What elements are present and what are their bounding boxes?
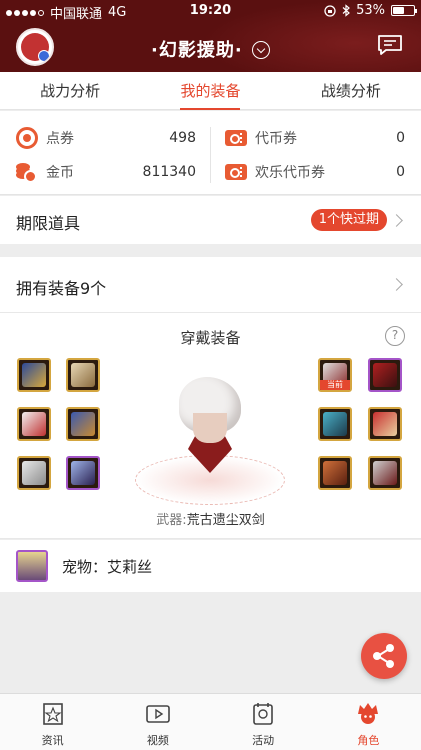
- pet-avatar: [16, 550, 48, 582]
- pet-row[interactable]: 宠物：艾莉丝: [0, 540, 421, 592]
- video-play-icon: [146, 705, 170, 723]
- limited-items-title: 期限道具: [16, 214, 81, 233]
- belt-armor-icon: [71, 412, 95, 436]
- tab-my-equipment[interactable]: 我的装备: [140, 72, 280, 110]
- nav-video-label: 视频: [146, 734, 169, 747]
- currency-panel: 点券 498 金币 811340 代币券 0 欢乐代币券 0: [0, 111, 421, 195]
- chevron-right-icon: [390, 214, 403, 227]
- equip-slot-bracelet[interactable]: [318, 407, 352, 441]
- owned-equipment-title: 拥有装备9个: [16, 279, 107, 298]
- equip-slot-shoes[interactable]: [17, 456, 51, 490]
- worn-equipment-panel: 穿戴装备 ? 当前 武器:荒古遗尘双剑: [0, 313, 421, 539]
- equip-slot-shoulder[interactable]: [17, 358, 51, 392]
- necklace-icon: [373, 412, 397, 436]
- happy-token-ticket-icon: [225, 164, 247, 180]
- limited-items-row[interactable]: 期限道具 1个快过期: [0, 196, 421, 244]
- character-portrait: [135, 373, 285, 505]
- nav-news[interactable]: 资讯: [0, 694, 105, 750]
- shoes-armor-icon: [22, 461, 46, 485]
- app-header: ·幻影援助·: [0, 22, 421, 72]
- token-value: 0: [396, 130, 405, 146]
- equip-slot-bottom[interactable]: [17, 407, 51, 441]
- nav-activity-label: 活动: [252, 734, 275, 747]
- weapon-label: 武器:: [156, 513, 187, 528]
- support-equip-icon: [373, 461, 397, 485]
- equip-slot-belt[interactable]: [66, 407, 100, 441]
- tab-bar: 战力分析 我的装备 战绩分析: [0, 72, 421, 110]
- coupon-icon: [16, 127, 38, 149]
- orientation-lock-icon: [324, 4, 336, 17]
- coupon-label: 点券: [46, 131, 74, 147]
- character-face: [193, 413, 227, 443]
- tab-power-analysis[interactable]: 战力分析: [0, 72, 140, 109]
- weapon-name: 荒古遗尘双剑: [186, 513, 265, 528]
- gold-label: 金币: [46, 165, 74, 181]
- pet-text: 宠物：艾莉丝: [62, 558, 153, 576]
- nav-character-label: 角色: [357, 734, 380, 747]
- bottom-armor-icon: [22, 412, 46, 436]
- equip-slot-ring[interactable]: [318, 456, 352, 490]
- server-name: ·幻影援助·: [151, 40, 243, 61]
- weapon-info: 武器:荒古遗尘双剑: [0, 509, 421, 528]
- token-label: 代币券: [255, 131, 297, 147]
- tab-record-analysis[interactable]: 战绩分析: [281, 72, 421, 109]
- title-icon: [373, 363, 397, 387]
- help-icon[interactable]: ?: [385, 326, 405, 346]
- worn-equipment-heading: 穿戴装备: [180, 329, 241, 347]
- chevron-right-icon: [390, 278, 403, 291]
- equip-slot-top[interactable]: [66, 358, 100, 392]
- happy-token-row: 欢乐代币券 0: [225, 157, 405, 187]
- nav-video[interactable]: 视频: [105, 694, 210, 750]
- equip-slot-title[interactable]: [368, 358, 402, 392]
- ring-icon: [323, 461, 347, 485]
- owned-equipment-row[interactable]: 拥有装备9个: [0, 257, 421, 313]
- message-icon[interactable]: [377, 34, 403, 56]
- equip-slot-weapon[interactable]: 当前: [318, 358, 352, 392]
- current-badge: 当前: [320, 380, 350, 390]
- nav-activity[interactable]: 活动: [211, 694, 316, 750]
- battery-percent: 53%: [356, 3, 385, 18]
- gold-value: 811340: [142, 164, 196, 180]
- nav-news-label: 资讯: [41, 734, 64, 747]
- coupon-value: 498: [169, 130, 196, 146]
- top-armor-icon: [71, 363, 95, 387]
- equip-slot-extra[interactable]: [66, 456, 100, 490]
- token-ticket-icon: [225, 130, 247, 146]
- news-book-icon: [42, 703, 63, 725]
- character-avatar-icon: [358, 703, 379, 724]
- status-bar: 中国联通 4G 19:20 53%: [0, 0, 421, 22]
- gold-row: 金币 811340: [16, 157, 196, 187]
- coupon-row: 点券 498: [16, 123, 196, 153]
- currency-divider: [210, 127, 211, 183]
- activity-gift-icon: [253, 703, 273, 725]
- status-right: 53%: [324, 3, 417, 18]
- gold-coin-icon: [16, 161, 38, 183]
- share-icon: [373, 644, 394, 668]
- happy-token-value: 0: [396, 164, 405, 180]
- happy-token-label: 欢乐代币券: [255, 165, 325, 181]
- bracelet-icon: [323, 412, 347, 436]
- share-button[interactable]: [361, 633, 407, 679]
- chevron-down-icon: [251, 41, 270, 59]
- server-selector[interactable]: ·幻影援助·: [0, 36, 421, 62]
- bottom-nav: 资讯 视频 活动 角色: [0, 693, 421, 750]
- bluetooth-icon: [342, 4, 351, 17]
- equip-slot-support[interactable]: [368, 456, 402, 490]
- token-row: 代币券 0: [225, 123, 405, 153]
- equip-slot-necklace[interactable]: [368, 407, 402, 441]
- extra-equip-icon: [71, 461, 95, 485]
- nav-character[interactable]: 角色: [316, 694, 421, 750]
- shoulder-armor-icon: [22, 363, 46, 387]
- battery-icon: [391, 5, 417, 16]
- expiring-badge: 1个快过期: [310, 209, 387, 231]
